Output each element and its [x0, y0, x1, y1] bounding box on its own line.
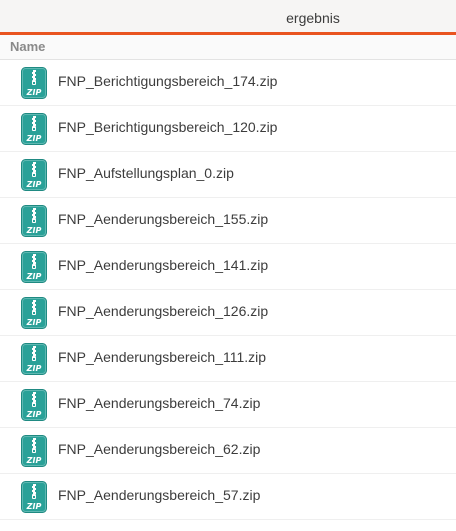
zip-archive-icon: ZIP — [21, 297, 47, 329]
tab-ergebnis[interactable]: ergebnis — [0, 0, 456, 35]
zip-archive-icon: ZIP — [21, 113, 47, 145]
column-header-name[interactable]: Name — [0, 35, 456, 60]
svg-text:ZIP: ZIP — [26, 88, 42, 97]
file-name: FNP_Berichtigungsbereich_120.zip — [58, 119, 278, 135]
file-name: FNP_Aenderungsbereich_141.zip — [58, 257, 269, 273]
svg-text:ZIP: ZIP — [26, 180, 42, 189]
file-name: FNP_Aenderungsbereich_74.zip — [58, 395, 261, 411]
svg-text:ZIP: ZIP — [26, 318, 42, 327]
zip-archive-icon: ZIP — [21, 435, 47, 467]
svg-text:ZIP: ZIP — [26, 410, 42, 419]
zip-archive-icon: ZIP — [21, 251, 47, 283]
svg-text:ZIP: ZIP — [26, 502, 42, 511]
file-name: FNP_Berichtigungsbereich_174.zip — [58, 73, 278, 89]
file-row[interactable]: ZIP FNP_Aenderungsbereich_155.zip — [0, 198, 456, 244]
zip-archive-icon: ZIP — [21, 389, 47, 421]
svg-text:ZIP: ZIP — [26, 364, 42, 373]
zip-archive-icon: ZIP — [21, 67, 47, 99]
svg-text:ZIP: ZIP — [26, 456, 42, 465]
zip-archive-icon: ZIP — [21, 481, 47, 513]
file-row[interactable]: ZIP FNP_Aenderungsbereich_126.zip — [0, 290, 456, 336]
file-row[interactable]: ZIP FNP_Berichtigungsbereich_120.zip — [0, 106, 456, 152]
zip-archive-icon: ZIP — [21, 205, 47, 237]
file-row[interactable]: ZIP FNP_Aenderungsbereich_74.zip — [0, 382, 456, 428]
zip-archive-icon: ZIP — [21, 343, 47, 375]
file-row[interactable]: ZIP FNP_Aenderungsbereich_57.zip — [0, 474, 456, 520]
file-name: FNP_Aenderungsbereich_57.zip — [58, 487, 261, 503]
file-list: ZIP FNP_Berichtigungsbereich_174.zip ZIP… — [0, 60, 456, 520]
file-row[interactable]: ZIP FNP_Aenderungsbereich_111.zip — [0, 336, 456, 382]
file-row[interactable]: ZIP FNP_Aufstellungsplan_0.zip — [0, 152, 456, 198]
file-name: FNP_Aenderungsbereich_155.zip — [58, 211, 269, 227]
file-row[interactable]: ZIP FNP_Aenderungsbereich_62.zip — [0, 428, 456, 474]
tab-title: ergebnis — [286, 9, 340, 26]
column-header-name-label: Name — [10, 39, 46, 54]
file-row[interactable]: ZIP FNP_Berichtigungsbereich_174.zip — [0, 60, 456, 106]
file-name: FNP_Aenderungsbereich_126.zip — [58, 303, 269, 319]
svg-text:ZIP: ZIP — [26, 134, 42, 143]
svg-text:ZIP: ZIP — [26, 272, 42, 281]
file-name: FNP_Aenderungsbereich_111.zip — [58, 349, 267, 365]
svg-text:ZIP: ZIP — [26, 226, 42, 235]
tab-bar: ergebnis — [0, 0, 456, 35]
zip-archive-icon: ZIP — [21, 159, 47, 191]
file-name: FNP_Aufstellungsplan_0.zip — [58, 165, 234, 181]
file-name: FNP_Aenderungsbereich_62.zip — [58, 441, 261, 457]
file-row[interactable]: ZIP FNP_Aenderungsbereich_141.zip — [0, 244, 456, 290]
